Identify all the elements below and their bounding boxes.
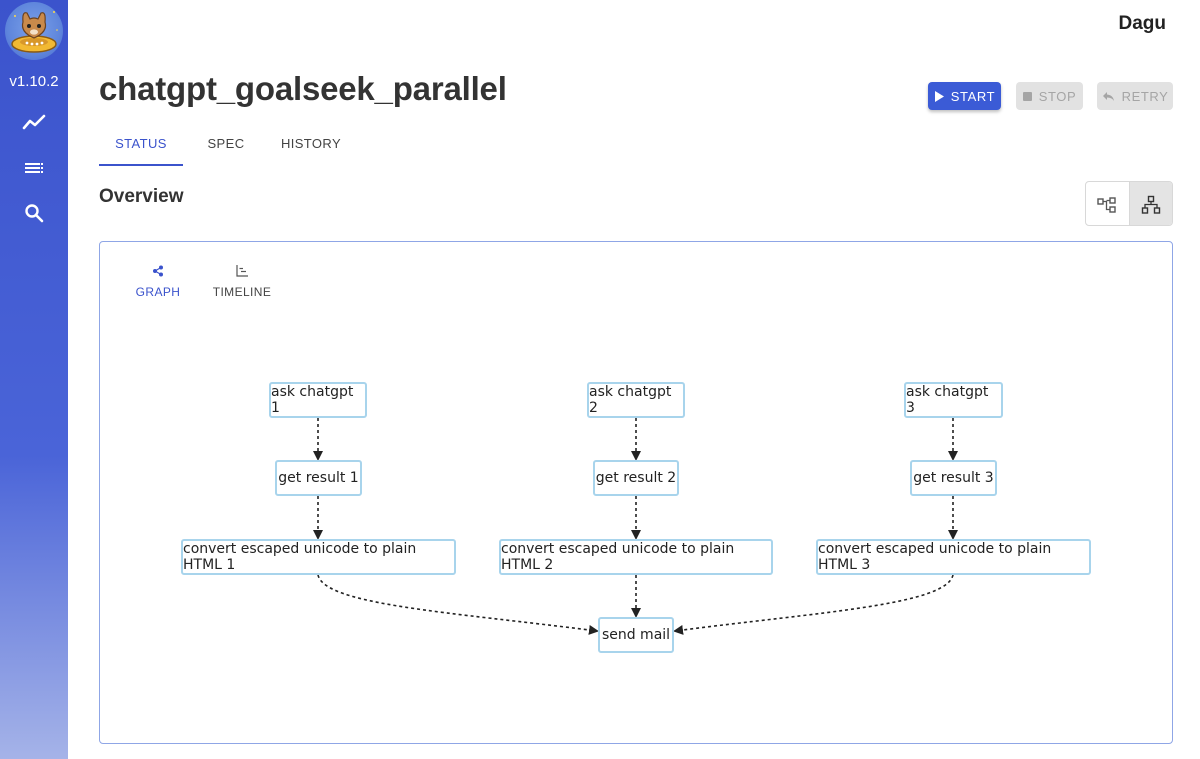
edge-conv1-mail [317, 574, 599, 635]
node-get-result-1[interactable]: get result 1 [275, 460, 362, 496]
node-get-result-3[interactable]: get result 3 [910, 460, 997, 496]
node-get-result-2[interactable]: get result 2 [593, 460, 679, 496]
node-convert-1[interactable]: convert escaped unicode to plain HTML 1 [181, 539, 456, 575]
node-send-mail[interactable]: send mail [598, 617, 674, 653]
node-ask-chatgpt-3[interactable]: ask chatgpt 3 [904, 382, 1003, 418]
node-convert-2[interactable]: convert escaped unicode to plain HTML 2 [499, 539, 773, 575]
edge-conv3-mail [673, 574, 954, 635]
node-convert-3[interactable]: convert escaped unicode to plain HTML 3 [816, 539, 1091, 575]
node-ask-chatgpt-2[interactable]: ask chatgpt 2 [587, 382, 685, 418]
node-ask-chatgpt-1[interactable]: ask chatgpt 1 [269, 382, 367, 418]
